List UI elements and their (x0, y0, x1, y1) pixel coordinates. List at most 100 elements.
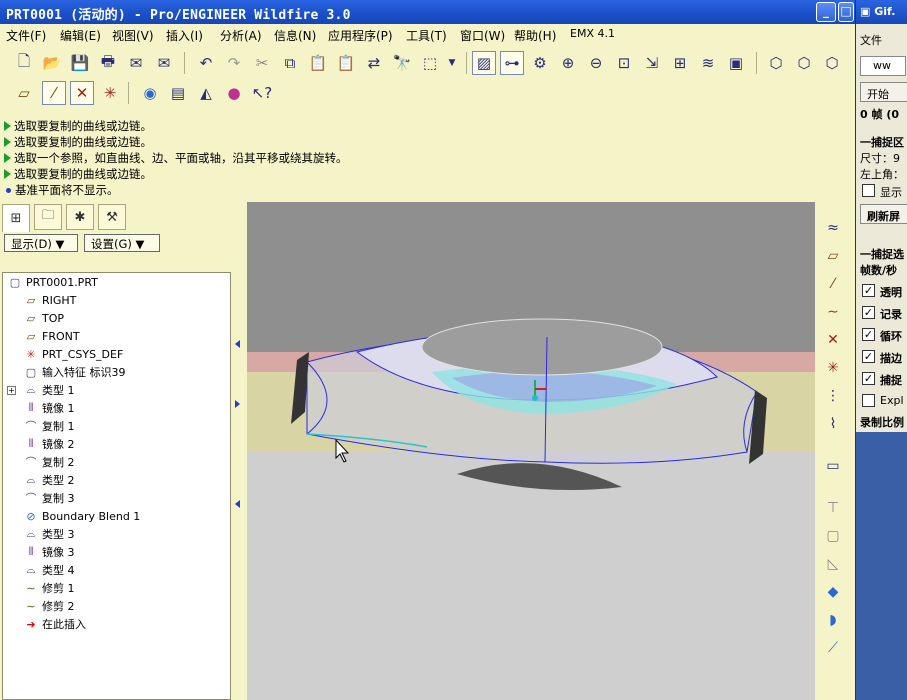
settings-dropdown[interactable]: 设置(G) ▼ (84, 234, 160, 252)
tree-item-insert-here[interactable]: ➜ 在此插入 (23, 615, 86, 633)
datum-plane-tool-icon[interactable]: ▱ (819, 244, 847, 268)
menu-file[interactable]: 文件(F) (6, 27, 46, 44)
tree-item-boundary-blend[interactable]: ⊘ Boundary Blend 1 (23, 507, 140, 525)
gif-refresh-button[interactable]: 刷新屏 (860, 204, 907, 224)
top-face-ellipse[interactable] (421, 318, 663, 376)
show-dropdown[interactable]: 显示(D) ▼ (4, 234, 78, 252)
gif-checkbox-loop[interactable]: ✓ (862, 328, 875, 341)
model-color-icon[interactable]: ◭ (194, 81, 218, 105)
hole-tool-icon[interactable]: ▢ (819, 524, 847, 548)
cut-icon[interactable]: ✂ (250, 51, 274, 75)
tree-root[interactable]: ▢ PRT0001.PRT (7, 273, 98, 291)
shell-tool-icon[interactable]: ◺ (819, 552, 847, 576)
tree-item-mirror3[interactable]: ⫴ 镜像 3 (23, 543, 75, 561)
save-icon[interactable]: 💾 (68, 51, 92, 75)
expand-plus-icon[interactable]: + (7, 385, 16, 395)
menu-help[interactable]: 帮助(H) (514, 27, 556, 44)
selection-box-icon[interactable]: ⬚ (418, 51, 442, 75)
datum-curve-tool-icon[interactable]: ∼ (819, 300, 847, 324)
redo-icon[interactable]: ↷ (222, 51, 246, 75)
tree-item-right[interactable]: ▱ RIGHT (23, 291, 77, 309)
copy-icon[interactable]: ⧉ (278, 51, 302, 75)
tree-item-mirror2[interactable]: ⫴ 镜像 2 (23, 435, 75, 453)
gif-url-box[interactable]: ww (860, 56, 906, 76)
gif-start-button[interactable]: 开始 (860, 82, 907, 102)
gif-checkbox-capture[interactable]: ✓ (862, 372, 875, 385)
datum-plane-display-icon[interactable]: ▱ (12, 81, 36, 105)
tree-item-type3[interactable]: ⌓ 类型 3 (23, 525, 75, 543)
model-view[interactable] (247, 202, 815, 700)
repaint-icon[interactable]: ▨ (472, 51, 496, 75)
model-tree-icon[interactable]: ▤ (166, 81, 190, 105)
saved-views-icon[interactable]: ⊞ (668, 51, 692, 75)
csys-tool-icon[interactable]: ✳ (819, 356, 847, 380)
datum-point-display-icon[interactable]: ✕ (70, 81, 94, 105)
refit-icon[interactable]: ⊡ (612, 51, 636, 75)
appearance-icon[interactable]: ● (222, 81, 246, 105)
datum-axis-tool-icon[interactable]: ⁄ (819, 272, 847, 296)
menu-window[interactable]: 窗口(W) (460, 27, 505, 44)
chevron-down-icon[interactable]: ▼ (440, 51, 464, 75)
model-tree-tab-icon[interactable]: ⊞ (2, 204, 30, 232)
expand-right-icon[interactable] (235, 400, 240, 408)
collapse-left-icon[interactable] (235, 500, 240, 508)
tree-item-copy1[interactable]: ⌒ 复制 1 (23, 417, 75, 435)
menu-analysis[interactable]: 分析(A) (220, 27, 262, 44)
wireframe-icon[interactable]: ⬡ (764, 51, 788, 75)
annotation-icon[interactable]: ◉ (138, 81, 162, 105)
orient-mode-icon[interactable]: ⚙ (528, 51, 552, 75)
draft-tool-icon[interactable]: ⟋ (819, 636, 847, 660)
tree-item-trim2[interactable]: ∼ 修剪 2 (23, 597, 74, 615)
tree-item-copy2[interactable]: ⌒ 复制 2 (23, 453, 75, 471)
gif-menu-file[interactable]: 文件 (860, 32, 882, 48)
collapse-left-icon[interactable] (235, 340, 240, 348)
tree-item-front[interactable]: ▱ FRONT (23, 327, 80, 345)
tree-item-top[interactable]: ▱ TOP (23, 309, 64, 327)
tree-item-import[interactable]: ▢ 输入特征 标识39 (23, 363, 126, 381)
reorient-icon[interactable]: ⇲ (640, 51, 664, 75)
print-icon[interactable]: 🖶 (96, 51, 120, 75)
zoom-in-icon[interactable]: ⊕ (556, 51, 580, 75)
tree-item-csys[interactable]: ✳ PRT_CSYS_DEF (23, 345, 123, 363)
gif-checkbox-record[interactable]: ✓ (862, 306, 875, 319)
menu-emx[interactable]: EMX 4.1 (570, 27, 615, 40)
spin-center-icon[interactable]: ⊶ (500, 51, 524, 75)
datum-axis-display-icon[interactable]: ⁄ (42, 81, 66, 105)
panel-splitter[interactable] (232, 200, 246, 700)
new-file-icon[interactable]: 🗋 (12, 51, 36, 75)
tree-item-type2[interactable]: ⌓ 类型 2 (23, 471, 75, 489)
open-folder-icon[interactable]: 📂 (40, 51, 64, 75)
gif-checkbox-transparent[interactable]: ✓ (862, 284, 875, 297)
paste-icon[interactable]: 📋 (306, 51, 330, 75)
gif-checkbox-expl[interactable] (862, 394, 875, 407)
email-link-icon[interactable]: ✉ (152, 51, 176, 75)
context-help-icon[interactable]: ↖? (250, 81, 274, 105)
menu-tools[interactable]: 工具(T) (406, 27, 447, 44)
spring-tool-icon[interactable]: ⌇ (819, 412, 847, 436)
csys-display-icon[interactable]: ✳ (98, 81, 122, 105)
connections-tab-icon[interactable]: ⚒ (98, 204, 126, 230)
extrude-tool-icon[interactable]: ⊤ (819, 496, 847, 520)
sketch-curve-icon[interactable]: ≈ (819, 216, 847, 240)
maximize-button[interactable]: □ (838, 2, 854, 22)
undo-icon[interactable]: ↶ (194, 51, 218, 75)
folder-browser-tab-icon[interactable]: 🗀 (34, 204, 62, 230)
no-hidden-icon[interactable]: ⬡ (820, 51, 844, 75)
tree-item-type1[interactable]: + ⌓ 类型 1 (3, 381, 75, 399)
menu-info[interactable]: 信息(N) (274, 27, 316, 44)
favorites-tab-icon[interactable]: ✱ (66, 204, 94, 230)
gif-checkbox-outline[interactable]: ✓ (862, 350, 875, 363)
hidden-line-icon[interactable]: ⬡ (792, 51, 816, 75)
tree-item-mirror1[interactable]: ⫴ 镜像 1 (23, 399, 75, 417)
gif-show-checkbox[interactable] (862, 184, 875, 197)
menu-applications[interactable]: 应用程序(P) (328, 27, 393, 44)
datum-point-tool-icon[interactable]: ✕ (819, 328, 847, 352)
minimize-button[interactable]: _ (816, 2, 836, 22)
tree-item-trim1[interactable]: ∼ 修剪 1 (23, 579, 74, 597)
paste-special-icon[interactable]: 📋 (334, 51, 358, 75)
tree-item-type4[interactable]: ⌓ 类型 4 (23, 561, 75, 579)
zoom-out-icon[interactable]: ⊖ (584, 51, 608, 75)
analysis-tool-icon[interactable]: ⋮ (819, 384, 847, 408)
graphics-viewport[interactable] (247, 202, 815, 700)
menu-view[interactable]: 视图(V) (112, 27, 154, 44)
